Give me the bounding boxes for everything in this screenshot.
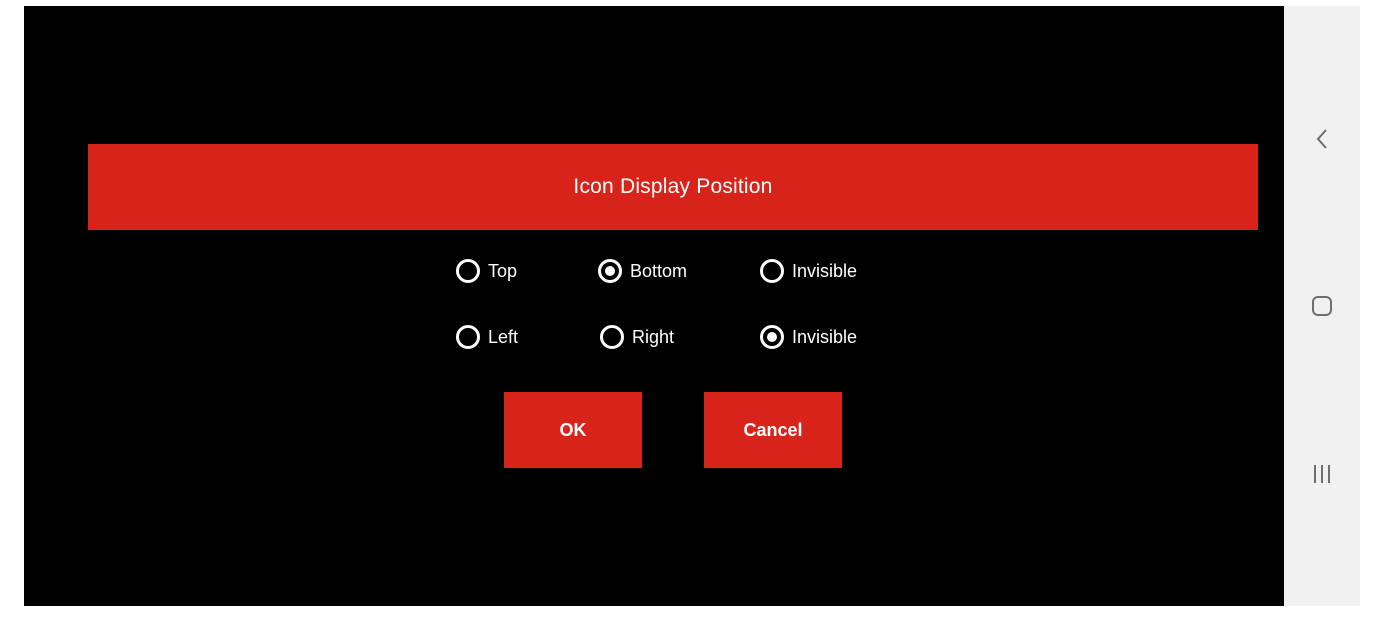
radio-button[interactable] <box>456 259 480 283</box>
dialog-title: Icon Display Position <box>573 175 773 198</box>
system-navigation-bar <box>1284 6 1360 606</box>
radio-label: Invisible <box>792 326 858 347</box>
cancel-button[interactable]: Cancel <box>704 392 842 468</box>
radio-button[interactable] <box>600 325 624 349</box>
radio-label: Right <box>632 326 675 347</box>
radio-dot <box>767 332 777 342</box>
radio-right[interactable]: Right <box>600 320 674 354</box>
home-button[interactable] <box>1284 276 1360 336</box>
radio-bottom[interactable]: Bottom <box>598 254 687 288</box>
radio-label: Bottom <box>630 260 688 281</box>
recents-icon <box>1311 462 1333 486</box>
app-screen: Icon Display Position Top Bottom Invisib… <box>24 6 1284 606</box>
home-icon <box>1310 294 1334 318</box>
radio-label: Invisible <box>792 260 858 281</box>
recents-button[interactable] <box>1284 444 1360 504</box>
back-button[interactable] <box>1284 109 1360 169</box>
radio-dot <box>605 266 615 276</box>
radio-invisible-horizontal[interactable]: Invisible <box>760 320 857 354</box>
radio-button-selected[interactable] <box>598 259 622 283</box>
radio-left[interactable]: Left <box>456 320 518 354</box>
radio-button-selected[interactable] <box>760 325 784 349</box>
radio-button[interactable] <box>456 325 480 349</box>
back-icon <box>1314 127 1330 151</box>
ok-button[interactable]: OK <box>504 392 642 468</box>
dialog-title-bar: Icon Display Position <box>88 144 1258 230</box>
radio-top[interactable]: Top <box>456 254 517 288</box>
radio-button[interactable] <box>760 259 784 283</box>
radio-label: Top <box>488 260 518 281</box>
radio-label: Left <box>488 326 519 347</box>
radio-invisible-vertical[interactable]: Invisible <box>760 254 857 288</box>
